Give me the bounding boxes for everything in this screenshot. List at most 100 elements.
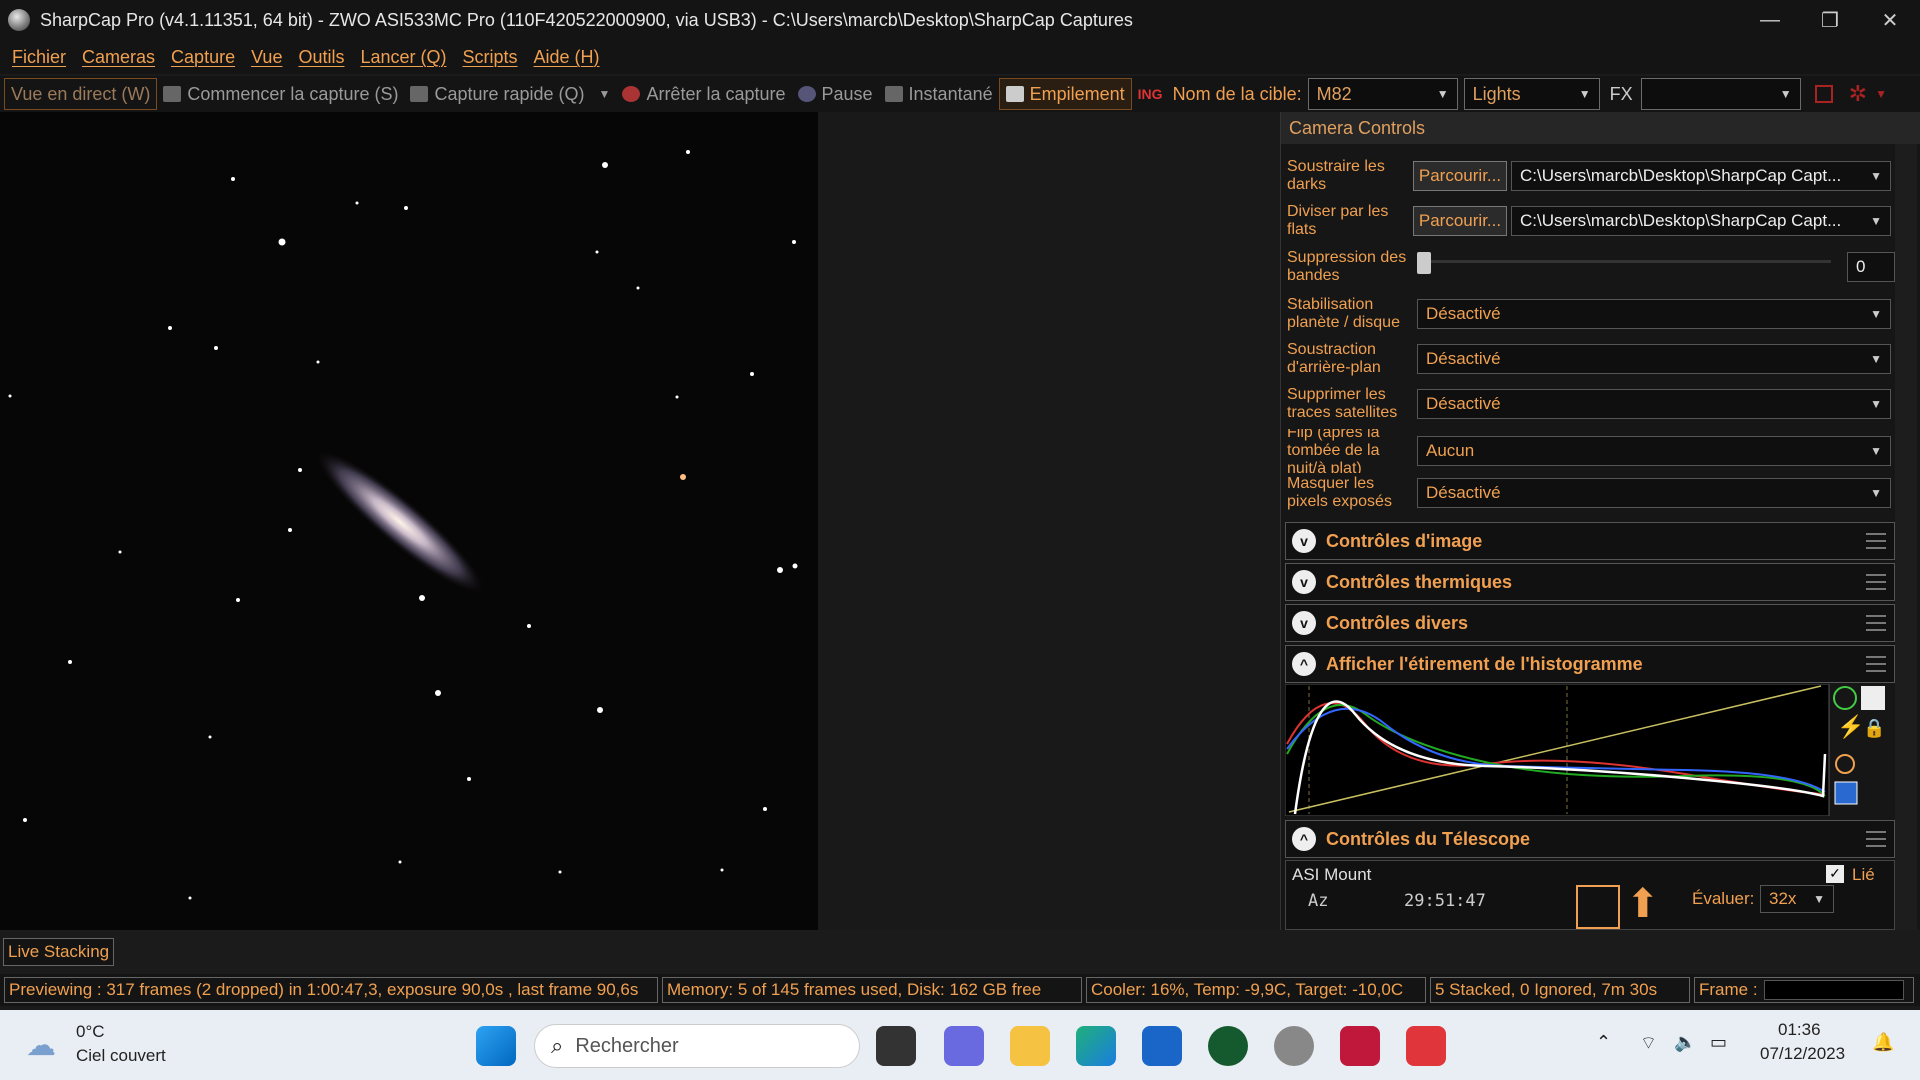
stacking-button[interactable]: Empilement [998, 78, 1132, 110]
menu-icon[interactable] [1866, 615, 1886, 631]
frame-label: Frame : [1699, 980, 1758, 999]
target-name-select[interactable]: M82 ▼ [1307, 78, 1458, 110]
browse-flats-button[interactable]: Parcourir... [1413, 206, 1507, 236]
linked-checkbox[interactable]: ✓ [1826, 865, 1844, 883]
slider-handle[interactable] [1417, 252, 1431, 274]
task-view-icon[interactable] [876, 1026, 916, 1066]
group-thermal-controls[interactable]: v Contrôles thermiques [1285, 563, 1895, 601]
banding-value[interactable]: 0 [1847, 252, 1895, 282]
phd2-icon[interactable] [1208, 1026, 1248, 1066]
menu-vue[interactable]: Vue [249, 47, 284, 68]
file-explorer-icon[interactable] [1010, 1026, 1050, 1066]
preview-status: Previewing : 317 frames (2 dropped) in 1… [4, 977, 658, 1003]
crop-icon[interactable] [1814, 85, 1833, 103]
start-capture-button[interactable]: Commencer la capture (S) [157, 78, 404, 110]
background-select[interactable]: Désactivé ▼ [1417, 344, 1891, 374]
menu-outils[interactable]: Outils [296, 47, 346, 68]
target-name-label-wrap: ING Nom de la cible: [1132, 78, 1308, 110]
weather-temp: 0°C [76, 1022, 105, 1041]
battery-icon[interactable]: ▭ [1710, 1032, 1727, 1053]
mask-select[interactable]: Désactivé ▼ [1417, 478, 1891, 508]
menu-icon[interactable] [1866, 574, 1886, 590]
chevron-down-icon: ▼ [1870, 397, 1882, 411]
histogram-plot[interactable]: ⚡ 🔒 [1285, 684, 1895, 816]
windows-taskbar: ☁ 0°C Ciel couvert ⌕ Rechercher ⌃ ⌔ 🔈 ▭ … [0, 1010, 1920, 1080]
chevron-down-icon: ▼ [1870, 486, 1882, 500]
group-title: Afficher l'étirement de l'histogramme [1326, 653, 1643, 674]
group-image-controls[interactable]: v Contrôles d'image [1285, 522, 1895, 560]
chevron-up-icon[interactable]: ⌃ [1596, 1032, 1611, 1053]
menu-scripts[interactable]: Scripts [461, 47, 520, 68]
menu-icon[interactable] [1866, 656, 1886, 672]
frame-input[interactable] [1763, 980, 1904, 1000]
fx-select[interactable]: ▼ [1640, 78, 1801, 110]
select-row: Supprimer les traces satellites Désactiv… [1287, 386, 1895, 422]
volume-icon[interactable]: 🔈 [1674, 1032, 1696, 1053]
menu-icon[interactable] [1866, 533, 1886, 549]
search-icon: ⌕ [551, 1033, 564, 1058]
chevron-down-icon[interactable]: ▼ [1875, 87, 1887, 101]
camera-controls-panel: Camera Controls Soustraire les darks Par… [1280, 112, 1920, 930]
stabilisation-select[interactable]: Désactivé ▼ [1417, 299, 1891, 329]
az-label: Az [1308, 891, 1329, 911]
select-value: Désactivé [1426, 349, 1501, 368]
menu-lancer[interactable]: Lancer (Q) [358, 47, 448, 68]
snapshot-icon [884, 86, 903, 102]
flats-path-select[interactable]: C:\Users\marcb\Desktop\SharpCap Capt... ▼ [1511, 206, 1891, 236]
satellite-select[interactable]: Désactivé ▼ [1417, 389, 1891, 419]
power-icon [1833, 686, 1857, 710]
spiral-icon[interactable] [1576, 885, 1620, 929]
panel-scrollbar[interactable] [1895, 144, 1917, 930]
quick-capture-label: Capture rapide (Q) [434, 83, 585, 104]
darks-path-select[interactable]: C:\Users\marcb\Desktop\SharpCap Capt... ▼ [1511, 161, 1891, 191]
menu-capture[interactable]: Capture [169, 47, 237, 68]
browse-darks-button[interactable]: Parcourir... [1413, 161, 1507, 191]
restore-button[interactable]: ❐ [1800, 0, 1860, 40]
menu-aide[interactable]: Aide (H) [532, 47, 602, 68]
close-button[interactable]: ✕ [1860, 0, 1920, 40]
menu-fichier[interactable]: Fichier [10, 47, 68, 68]
live-view-button[interactable]: Vue en direct (W) [4, 78, 158, 110]
group-misc-controls[interactable]: v Contrôles divers [1285, 604, 1895, 642]
save-icon [1834, 781, 1858, 805]
reticle-icon[interactable]: ✲ [1849, 81, 1867, 107]
snapshot-button[interactable]: Instantané [879, 78, 999, 110]
group-histogram[interactable]: ^ Afficher l'étirement de l'histogramme [1285, 645, 1895, 683]
chevron-down-icon: ▼ [1813, 892, 1825, 906]
quick-capture-button[interactable]: Capture rapide (Q) ▼ [404, 78, 616, 110]
search-box[interactable]: ⌕ Rechercher [534, 1024, 860, 1068]
start-icon[interactable] [476, 1026, 516, 1066]
linked-label: Lié [1852, 865, 1875, 884]
anydesk-icon[interactable] [1406, 1026, 1446, 1066]
image-viewer[interactable] [0, 112, 1280, 930]
minimize-button[interactable]: — [1740, 0, 1800, 40]
group-title: Contrôles d'image [1326, 530, 1483, 551]
menu-icon[interactable] [1866, 831, 1886, 847]
chat-icon[interactable] [944, 1026, 984, 1066]
select-label: Masquer les pixels exposés [1287, 475, 1392, 510]
chevron-down-icon: ▼ [1779, 87, 1792, 101]
wifi-icon[interactable]: ⌔ [1640, 1032, 1657, 1055]
pause-button[interactable]: Pause [792, 78, 879, 110]
pause-label: Pause [821, 83, 873, 104]
rate-select[interactable]: 32x ▼ [1760, 885, 1834, 913]
banding-slider[interactable] [1417, 252, 1837, 282]
notification-icon[interactable]: 🔔 [1872, 1032, 1894, 1053]
edge-icon[interactable] [1076, 1026, 1116, 1066]
store-icon[interactable] [1142, 1026, 1182, 1066]
sharpcap-icon[interactable] [1274, 1026, 1314, 1066]
group-telescope[interactable]: ^ Contrôles du Télescope [1285, 820, 1895, 858]
clock-date[interactable]: 07/12/2023 [1760, 1044, 1845, 1064]
contrast-icon [1861, 686, 1885, 710]
chevron-down-icon[interactable]: ▼ [599, 87, 611, 101]
astro-app-icon[interactable] [1340, 1026, 1380, 1066]
live-stacking-tab[interactable]: Live Stacking [3, 938, 115, 966]
arrow-up-icon[interactable]: ⬆ [1626, 881, 1660, 927]
rate-label: Évaluer: [1692, 889, 1755, 908]
frame-status: Frame : [1694, 977, 1914, 1003]
stop-capture-button[interactable]: Arrêter la capture [616, 78, 791, 110]
menu-cameras[interactable]: Cameras [80, 47, 157, 68]
frame-type-select[interactable]: Lights ▼ [1463, 78, 1600, 110]
clock-time[interactable]: 01:36 [1778, 1020, 1821, 1040]
flip-select[interactable]: Aucun ▼ [1417, 436, 1891, 466]
